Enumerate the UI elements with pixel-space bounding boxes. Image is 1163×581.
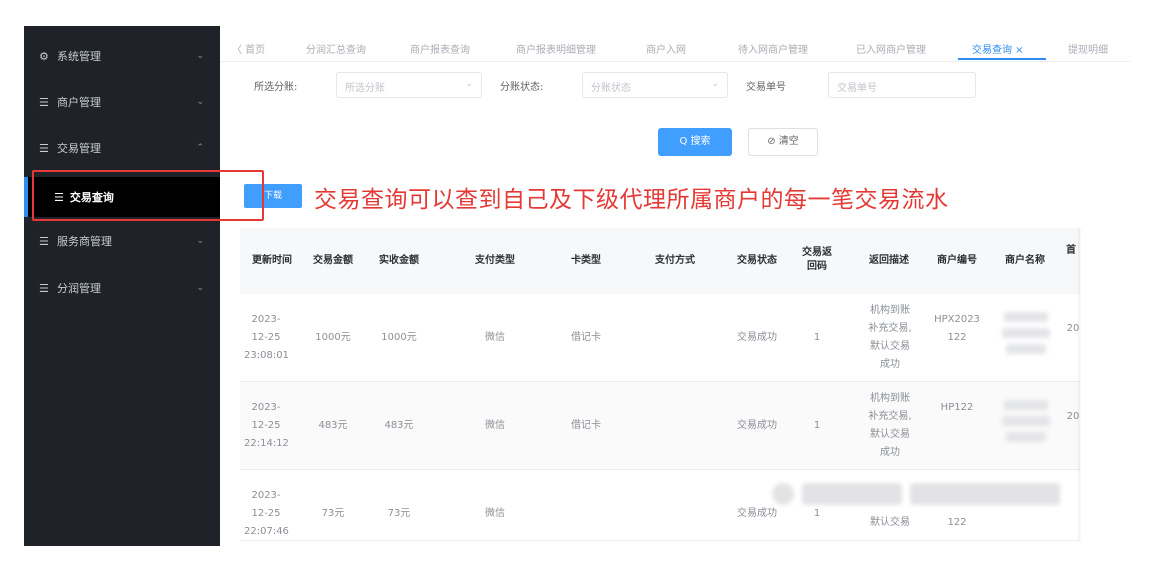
sidebar-item-profit-share[interactable]: ☰ 分润管理 ⌄ bbox=[24, 268, 220, 308]
sidebar-item-system[interactable]: ⚙ 系统管理 ⌄ bbox=[24, 36, 220, 76]
redacted-merchant-name bbox=[1006, 432, 1046, 442]
watermark-text bbox=[910, 483, 1060, 505]
watermark-logo-icon bbox=[772, 483, 794, 505]
sidebar-item-service-provider[interactable]: ☰ 服务商管理 ⌄ bbox=[24, 221, 220, 261]
cell-time: 2023-12-25 22:14:12 bbox=[244, 402, 289, 449]
cell-card-type: 借记卡 bbox=[571, 332, 601, 343]
cell-amount: 483元 bbox=[318, 420, 348, 431]
tab-transaction-query[interactable]: 交易查询 × bbox=[972, 41, 1024, 56]
cell-merchant-no: HP122 bbox=[940, 402, 974, 413]
sidebar-item-label: 交易管理 bbox=[57, 142, 101, 155]
redacted-merchant-name bbox=[1004, 312, 1048, 322]
cell-status: 交易成功 bbox=[737, 332, 777, 343]
cell-desc: 默认交易 bbox=[870, 517, 910, 528]
watermark-text bbox=[802, 483, 902, 505]
agent-filter-label: 所选分账: bbox=[254, 82, 298, 93]
search-button[interactable]: Q 搜索 bbox=[658, 128, 732, 156]
cell-desc: 机构到账补充交易,默认交易成功 bbox=[868, 393, 912, 458]
chevron-down-icon: ⌄ bbox=[196, 97, 204, 107]
cell-amount: 1000元 bbox=[315, 332, 351, 343]
status-select-placeholder: 分账状态 bbox=[591, 83, 631, 94]
cell-pay-type: 微信 bbox=[485, 332, 505, 343]
tab-withdraw-detail[interactable]: 提现明细 bbox=[1068, 41, 1108, 56]
col-first[interactable]: 首 bbox=[1064, 244, 1078, 258]
active-tab-underline bbox=[958, 58, 1046, 60]
chevron-up-icon: ⌃ bbox=[196, 143, 204, 153]
cell-card-type: 借记卡 bbox=[571, 420, 601, 431]
txn-no-label: 交易单号 bbox=[746, 82, 786, 93]
col-merchant-no[interactable]: 商户编号 bbox=[932, 254, 982, 268]
sidebar-item-label: 商户管理 bbox=[57, 96, 101, 109]
redacted-merchant-name bbox=[1002, 328, 1050, 338]
list-icon: ☰ bbox=[39, 141, 49, 155]
txn-no-input[interactable]: 交易单号 bbox=[828, 72, 976, 98]
watermark bbox=[772, 480, 1092, 508]
sidebar-item-label: 系统管理 bbox=[57, 50, 101, 63]
status-filter-label: 分账状态: bbox=[500, 82, 544, 93]
col-pay-method[interactable]: 支付方式 bbox=[640, 254, 710, 268]
sidebar-item-merchant[interactable]: ☰ 商户管理 ⌄ bbox=[24, 82, 220, 122]
txn-no-placeholder: 交易单号 bbox=[837, 83, 877, 94]
tab-merchant-onboard[interactable]: 商户入网 bbox=[646, 41, 686, 56]
tab-merchant-report[interactable]: 商户报表查询 bbox=[410, 41, 470, 56]
redacted-merchant-name bbox=[1004, 400, 1048, 410]
redacted-merchant-name bbox=[1002, 416, 1050, 426]
tab-pending-merchants[interactable]: 待入网商户管理 bbox=[738, 41, 808, 56]
clear-button[interactable]: ⊘ 清空 bbox=[748, 128, 818, 156]
gear-icon: ⚙ bbox=[39, 49, 49, 63]
cell-received: 483元 bbox=[384, 420, 414, 431]
cell-code: 1 bbox=[813, 420, 821, 431]
annotation-text: 交易查询可以查到自己及下级代理所属商户的每一笔交易流水 bbox=[314, 187, 949, 213]
cell-merchant-no: HPX2023122 bbox=[934, 314, 980, 343]
agent-select-placeholder: 所选分账 bbox=[345, 83, 385, 94]
cell-pay-type: 微信 bbox=[485, 508, 505, 519]
col-card-type[interactable]: 卡类型 bbox=[556, 254, 616, 268]
redacted-merchant-name bbox=[1006, 344, 1046, 354]
cell-merchant-no: 122 bbox=[947, 517, 967, 528]
chevron-down-icon: ⌄ bbox=[196, 236, 204, 246]
cell-received: 1000元 bbox=[381, 332, 417, 343]
sidebar-item-label: 服务商管理 bbox=[57, 235, 112, 248]
chevron-down-icon: ⌄ bbox=[196, 283, 204, 293]
cell-desc: 机构到账补充交易,默认交易成功 bbox=[868, 305, 912, 370]
cell-pay-type: 微信 bbox=[485, 420, 505, 431]
tab-onboarded-merchants[interactable]: 已入网商户管理 bbox=[856, 41, 926, 56]
col-merchant-name[interactable]: 商户名称 bbox=[998, 254, 1052, 268]
col-update-time[interactable]: 更新时间 bbox=[246, 254, 298, 268]
chevron-down-icon: ⌄ bbox=[196, 51, 204, 61]
sidebar-item-transaction[interactable]: ☰ 交易管理 ⌃ bbox=[24, 128, 220, 168]
cell-code: 1 bbox=[813, 332, 821, 343]
cell-time: 2023-12-25 23:08:01 bbox=[244, 314, 289, 361]
table-header: 更新时间 交易金额 实收金额 支付类型 卡类型 支付方式 交易状态 交易返回码 … bbox=[240, 228, 1080, 294]
col-return-desc[interactable]: 返回描述 bbox=[864, 254, 914, 268]
list-icon: ☰ bbox=[39, 95, 49, 109]
col-received[interactable]: 实收金额 bbox=[374, 254, 424, 268]
chevron-down-icon: ⌄ bbox=[465, 79, 473, 89]
cell-amount: 73元 bbox=[321, 508, 345, 519]
tab-home[interactable]: 〈 首页 bbox=[232, 41, 265, 56]
col-return-code[interactable]: 交易返回码 bbox=[802, 246, 832, 274]
agent-select[interactable]: 所选分账 ⌄ bbox=[336, 72, 482, 98]
cell-status: 交易成功 bbox=[737, 420, 777, 431]
col-pay-type[interactable]: 支付类型 bbox=[460, 254, 530, 268]
list-icon: ☰ bbox=[39, 281, 49, 295]
list-icon: ☰ bbox=[39, 234, 49, 248]
cell-received: 73元 bbox=[387, 508, 411, 519]
table-row[interactable]: 2023-12-25 23:08:01 1000元 1000元 微信 借记卡 交… bbox=[240, 294, 1080, 382]
tab-profit-summary[interactable]: 分润汇总查询 bbox=[306, 41, 366, 56]
chevron-down-icon: ⌄ bbox=[711, 79, 719, 89]
sidebar-item-label: 分润管理 bbox=[57, 282, 101, 295]
col-amount[interactable]: 交易金额 bbox=[308, 254, 358, 268]
cell-time: 2023-12-25 22:07:46 bbox=[244, 490, 289, 537]
highlight-box bbox=[32, 170, 264, 221]
col-status[interactable]: 交易状态 bbox=[732, 254, 782, 268]
table-row[interactable]: 2023-12-25 22:14:12 483元 483元 微信 借记卡 交易成… bbox=[240, 382, 1080, 470]
status-select[interactable]: 分账状态 ⌄ bbox=[582, 72, 728, 98]
tab-merchant-report-detail[interactable]: 商户报表明细管理 bbox=[516, 41, 596, 56]
